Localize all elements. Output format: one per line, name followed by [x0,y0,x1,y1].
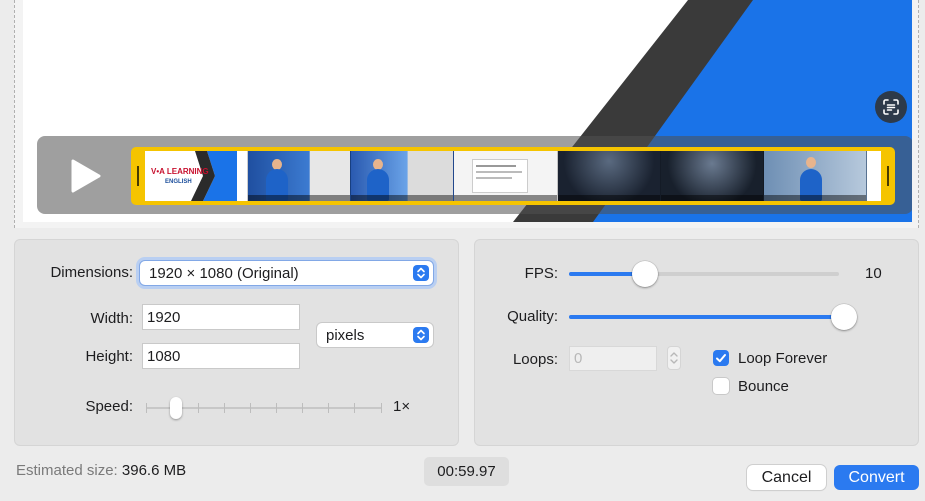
loops-label: Loops: [512,351,558,368]
player-bar: V•A LEARNING ENGLISH [37,136,912,214]
width-field[interactable]: 1920 [142,304,300,330]
play-icon[interactable] [67,158,103,194]
estimated-size-label: Estimated size: [16,462,118,479]
speed-slider-knob[interactable] [169,397,182,419]
height-label: Height: [85,348,133,365]
output-settings-panel: FPS: 10 Quality: Loops: 0 Loop Forever B… [474,239,919,446]
video-preview-area: V•A LEARNING ENGLISH [14,0,919,228]
estimated-size-value: 396.6 MB [121,462,187,479]
thumbnail-frame [660,151,764,201]
trim-start-handle[interactable] [131,147,145,205]
bounce-checkbox[interactable] [713,378,729,394]
units-value: pixels [326,326,365,344]
fps-label: FPS: [524,265,558,282]
speed-label: Speed: [85,398,133,415]
loop-forever-checkbox[interactable] [713,350,729,366]
trim-timeline[interactable]: V•A LEARNING ENGLISH [131,147,895,205]
loops-field[interactable]: 0 [569,346,657,371]
fps-value: 10 [865,265,882,282]
dimensions-select[interactable]: 1920 × 1080 (Original) [140,261,433,285]
width-label: Width: [90,310,133,327]
thumbnail-frame [248,151,352,201]
quality-slider[interactable] [569,304,857,330]
checkmark-icon [716,354,726,363]
stepper-icon [670,352,678,364]
fps-slider-knob[interactable] [631,261,658,287]
quality-label: Quality: [507,308,558,325]
loops-stepper[interactable] [667,346,681,370]
thumbnail-frame [454,151,558,201]
thumbnail-frame: V•A LEARNING ENGLISH [145,151,249,201]
loop-forever-label: Loop Forever [738,350,828,367]
speed-value: 1× [393,398,411,415]
scan-text-icon [883,99,899,115]
thumbnail-frame [763,151,867,201]
height-field[interactable]: 1080 [142,343,300,369]
chevron-updown-icon [413,327,429,343]
dimensions-value: 1920 × 1080 (Original) [149,264,299,282]
voa-logo: V•A LEARNING ENGLISH [151,167,209,185]
size-settings-panel: Dimensions: 1920 × 1080 (Original) Width… [14,239,459,446]
duration-display: 00:59.97 [424,457,509,486]
convert-button[interactable]: Convert [834,465,919,490]
scan-text-button[interactable] [875,91,907,123]
speed-slider[interactable] [146,397,382,419]
thumbnail-strip: V•A LEARNING ENGLISH [145,151,881,201]
estimated-size: Estimated size: 396.6 MB [16,462,186,479]
trim-end-handle[interactable] [881,147,895,205]
bounce-label: Bounce [738,378,789,395]
cancel-button[interactable]: Cancel [747,465,826,490]
thumbnail-frame [351,151,455,201]
video-canvas: V•A LEARNING ENGLISH [23,0,912,222]
chevron-updown-icon [413,265,429,281]
units-select[interactable]: pixels [317,323,433,347]
dimensions-label: Dimensions: [50,264,133,281]
quality-slider-knob[interactable] [831,304,857,330]
thumbnail-frame [557,151,661,201]
thumbnail-frame [866,151,881,201]
fps-slider[interactable] [569,261,839,287]
